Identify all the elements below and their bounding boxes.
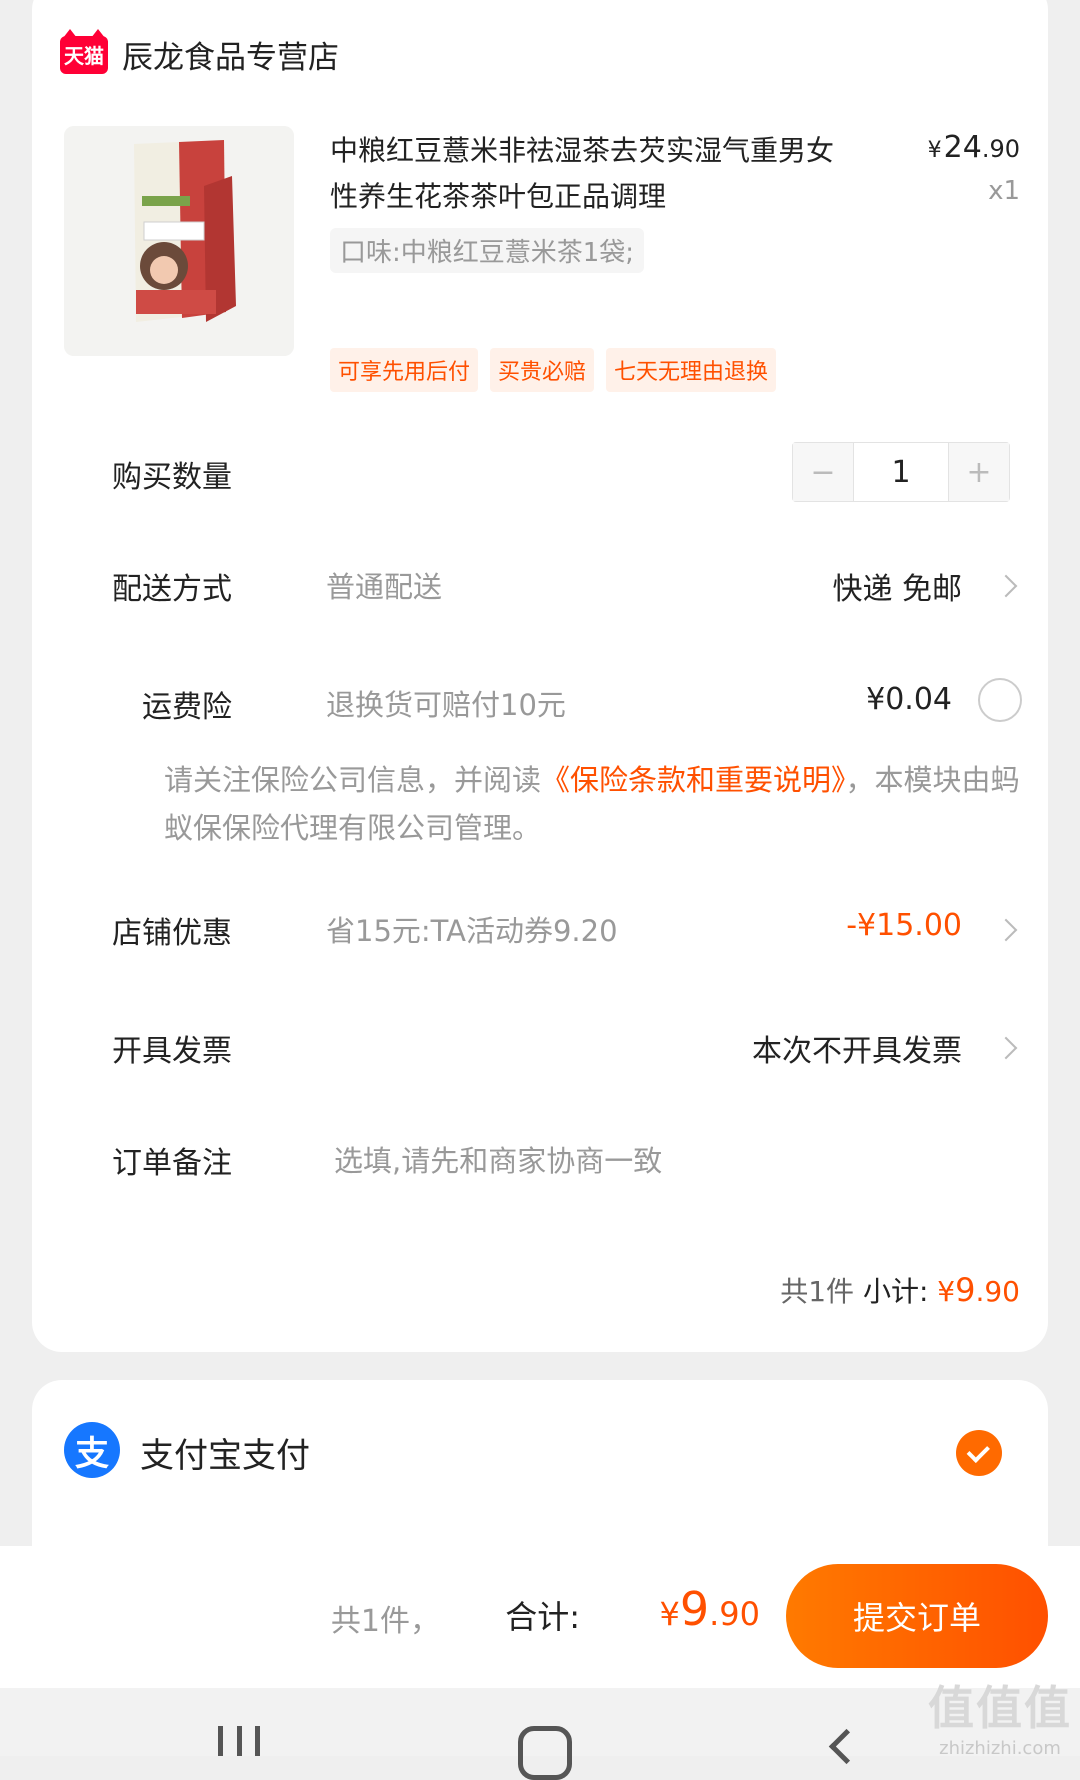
quantity-label: 购买数量 [112, 460, 232, 495]
product-title[interactable]: 中粮红豆薏米非祛湿茶去芡实湿气重男女性养生花茶茶叶包正品调理 [330, 128, 850, 220]
total-integer: 9 [679, 1582, 710, 1636]
badge-pay-later: 可享先用后付 [330, 348, 479, 392]
delivery-desc: 普通配送 [326, 570, 443, 604]
subtotal-label: 小计: [862, 1275, 929, 1308]
shipping-insurance-desc: 退换货可赔付10元 [326, 688, 566, 722]
badge-price-guarantee: 买贵必赔 [490, 348, 595, 392]
subtotal-symbol: ¥ [937, 1275, 956, 1308]
product-package-image [64, 126, 294, 356]
product-thumbnail[interactable] [64, 126, 294, 356]
product-price: ¥24.90 [928, 130, 1020, 165]
order-note-input[interactable]: 选填,请先和商家协商一致 [334, 1138, 662, 1180]
home-icon[interactable] [518, 1726, 572, 1780]
quantity-plus-button[interactable]: + [949, 443, 1009, 501]
shop-order-card: 天猫 辰龙食品专营店 中粮红豆薏米非祛湿茶去芡实湿气重男女性养生花茶茶叶包正品调… [32, 0, 1048, 1352]
order-note-label: 订单备注 [112, 1146, 232, 1181]
system-nav-bar [0, 1688, 1080, 1780]
subtotal-integer: 9 [955, 1271, 976, 1309]
total-decimal: .90 [709, 1595, 760, 1633]
recent-apps-icon[interactable] [218, 1726, 260, 1756]
total-label: 合计: [505, 1598, 580, 1636]
watermark: 值值值 zhizhizhi.com [928, 1672, 1072, 1759]
tmall-logo-icon: 天猫 [60, 28, 108, 74]
checkout-bottom-bar: 共1件， 合计: ¥9.90 提交订单 [0, 1546, 1080, 1688]
delivery-chevron-right-icon[interactable] [994, 574, 1018, 598]
subtotal-amount: ¥9.90 [937, 1271, 1020, 1309]
price-symbol: ¥ [927, 138, 942, 163]
shop-header[interactable]: 天猫 辰龙食品专营店 [60, 28, 339, 77]
back-icon[interactable] [828, 1728, 865, 1765]
alipay-label[interactable]: 支付宝支付 [140, 1428, 310, 1477]
notice-text-before: 请关注保险公司信息，并阅读 [164, 763, 542, 797]
delivery-value[interactable]: 快递 免邮 [832, 564, 962, 608]
insurance-notice: 请关注保险公司信息，并阅读《保险条款和重要说明》，本模块由蚂蚁保保险代理有限公司… [164, 756, 1034, 852]
badge-seven-day-return: 七天无理由退换 [606, 348, 777, 392]
subtotal-decimal: .90 [975, 1275, 1020, 1308]
total-symbol: ¥ [659, 1595, 680, 1633]
shop-discount-label: 店铺优惠 [112, 916, 232, 951]
invoice-value[interactable]: 本次不开具发票 [752, 1026, 962, 1070]
submit-order-button[interactable]: 提交订单 [786, 1564, 1048, 1668]
delivery-label: 配送方式 [112, 572, 232, 607]
subtotal-count: 共1件 [780, 1275, 855, 1308]
alipay-icon: 支 [64, 1422, 120, 1478]
payment-selected-check-icon[interactable] [956, 1430, 1002, 1476]
invoice-chevron-right-icon[interactable] [994, 1036, 1018, 1060]
invoice-label: 开具发票 [112, 1034, 232, 1069]
shop-discount-desc: 省15元:TA活动券9.20 [326, 914, 618, 948]
shop-discount-value[interactable]: -¥15.00 [846, 908, 962, 943]
shop-name[interactable]: 辰龙食品专营店 [122, 32, 339, 77]
shipping-insurance-price: ¥0.04 [866, 682, 952, 717]
price-integer: 24 [943, 130, 982, 165]
insurance-terms-link[interactable]: 《保险条款和重要说明》 [541, 763, 846, 797]
price-decimal: .90 [981, 135, 1020, 163]
product-sku[interactable]: 口味:中粮红豆薏米茶1袋; [330, 228, 645, 273]
total-count: 共1件， [330, 1604, 440, 1639]
service-badges: 可享先用后付 买贵必赔 七天无理由退换 [330, 348, 777, 392]
shipping-insurance-label: 运费险 [142, 690, 232, 725]
watermark-text: 值值值 [928, 1681, 1072, 1735]
quantity-value[interactable]: 1 [853, 443, 949, 501]
product-quantity: x1 [988, 176, 1020, 206]
subtotal: 共1件 小计: ¥9.90 [780, 1270, 1020, 1310]
quantity-stepper[interactable]: − 1 + [792, 442, 1010, 502]
total-amount: ¥9.90 [659, 1582, 760, 1636]
shop-discount-chevron-right-icon[interactable] [994, 918, 1018, 942]
quantity-minus-button[interactable]: − [793, 443, 853, 501]
shipping-insurance-radio[interactable] [978, 678, 1022, 722]
